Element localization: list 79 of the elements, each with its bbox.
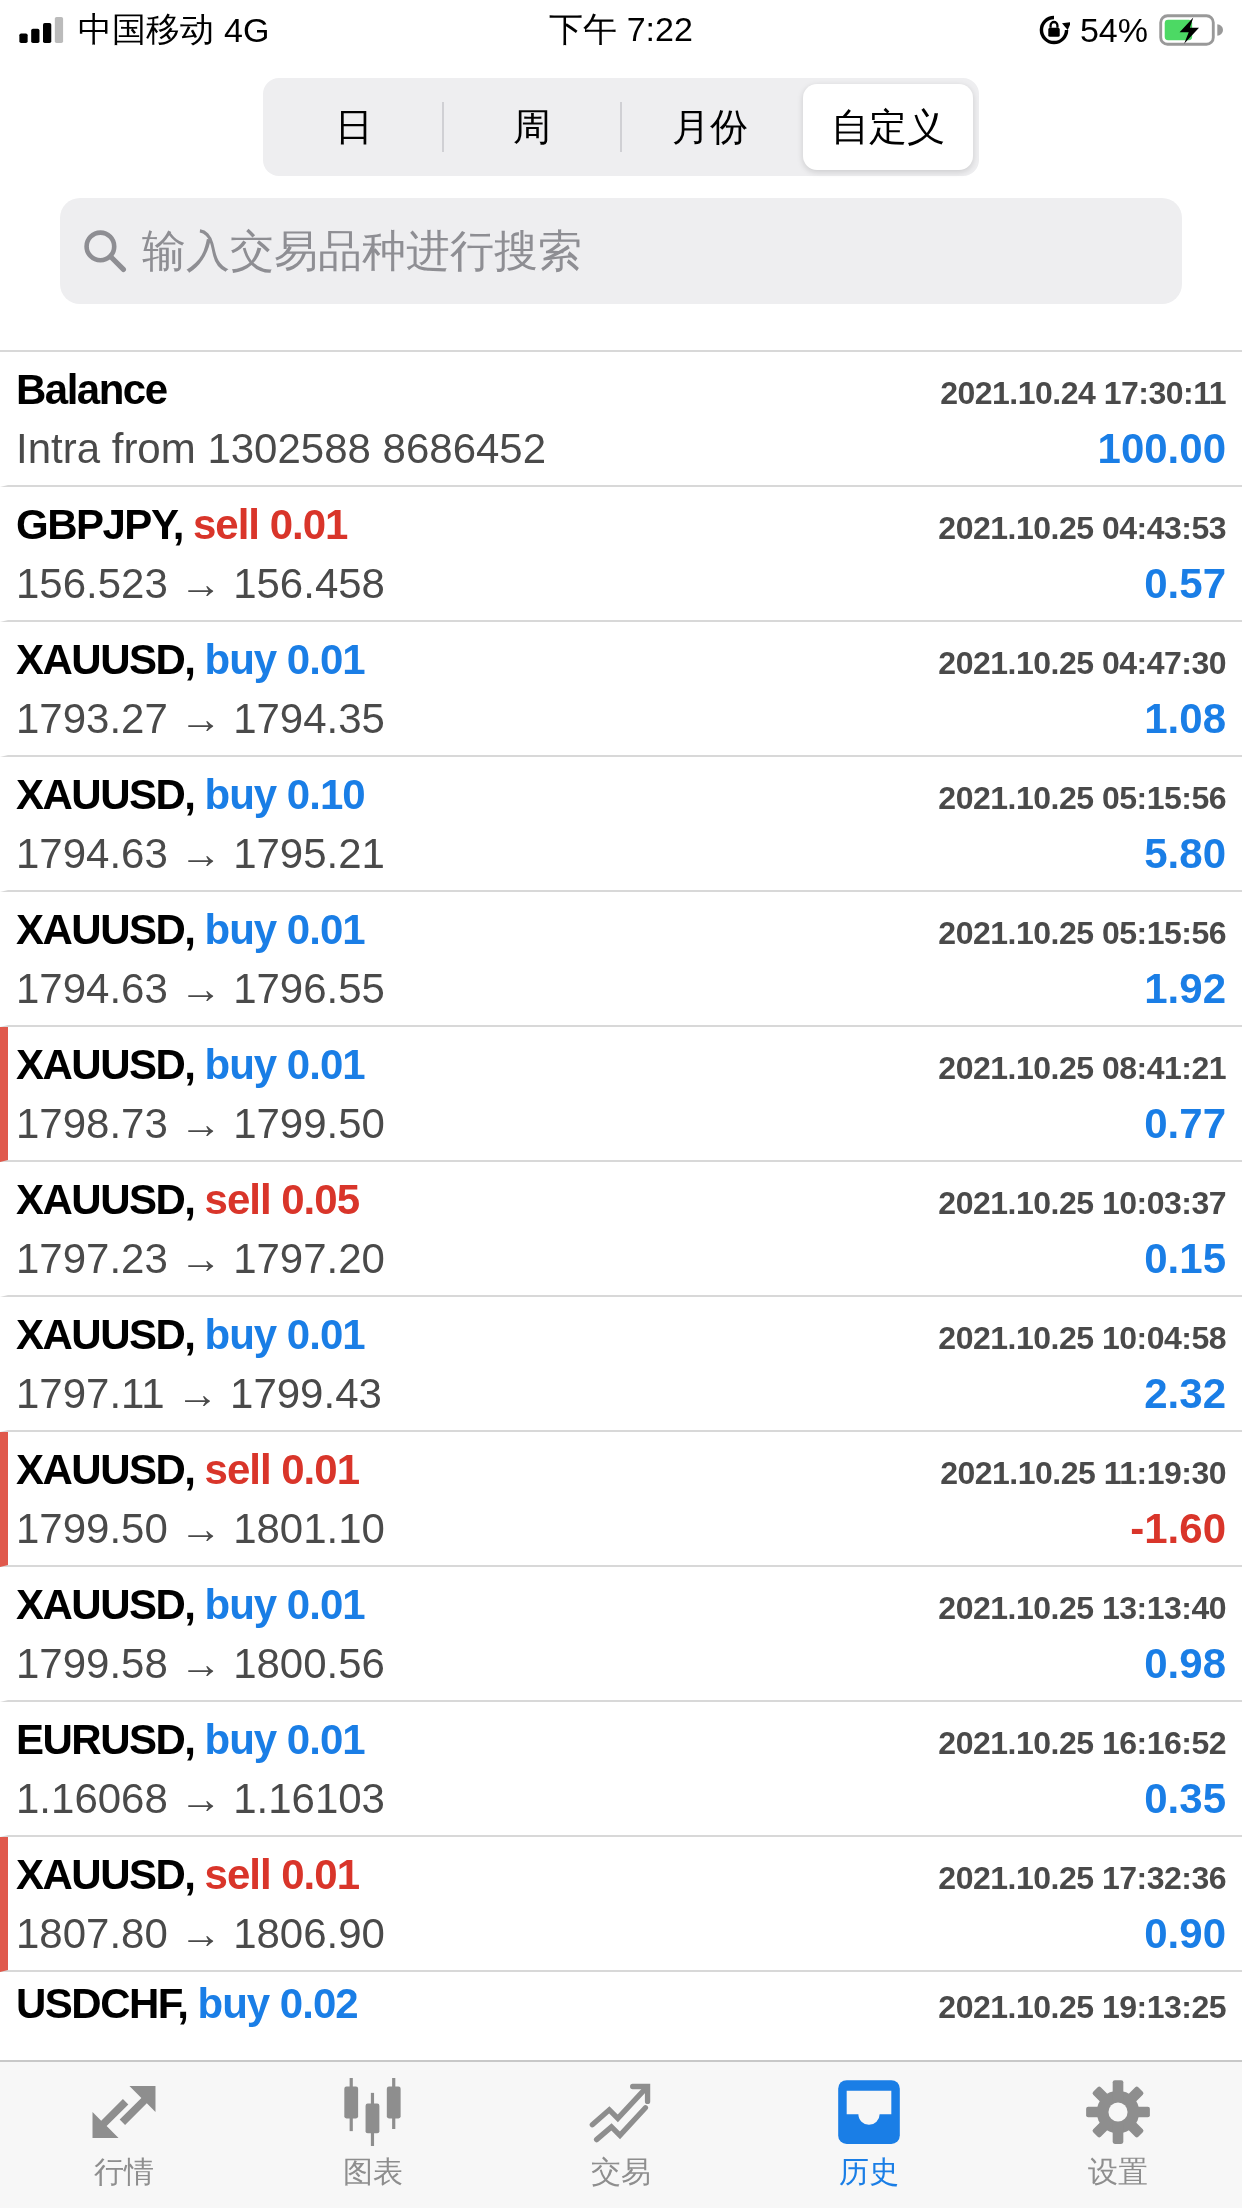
deal-time: 2021.10.25 16:16:52 <box>938 1724 1226 1762</box>
battery-icon <box>1158 14 1224 46</box>
deal-time: 2021.10.25 13:13:40 <box>938 1589 1226 1627</box>
balance-comment: Intra from 1302588 8686452 <box>16 425 547 474</box>
deal-order: buy 0.01 <box>204 1310 365 1359</box>
deal-prices: 1794.63 → 1796.55 <box>16 965 385 1014</box>
deal-symbol: XAUUSD, <box>16 1310 195 1359</box>
deal-time: 2021.10.25 19:13:25 <box>938 1989 1226 2026</box>
battery-percent: 54% <box>1079 10 1148 50</box>
deal-prices: 1807.80 → 1806.90 <box>16 1910 385 1959</box>
deal-time: 2021.10.25 04:43:53 <box>938 509 1226 547</box>
deal-prices: 1799.50 → 1801.10 <box>16 1505 385 1554</box>
deal-time: 2021.10.25 04:47:30 <box>938 644 1226 682</box>
tab-bar-item[interactable]: 设置 <box>993 2062 1242 2208</box>
deal-order: sell 0.01 <box>204 1850 359 1899</box>
deal-symbol: XAUUSD, <box>16 1445 195 1494</box>
deal-symbol: XAUUSD, <box>16 1040 195 1089</box>
network-type: 4G <box>224 10 270 50</box>
tab-bar-item[interactable]: 图表 <box>248 2062 497 2208</box>
deal-symbol: EURUSD, <box>16 1715 195 1764</box>
deal-prices: 1793.27 → 1794.35 <box>16 695 385 744</box>
deal-symbol: XAUUSD, <box>16 1175 195 1224</box>
period-tab[interactable]: 自定义 <box>803 84 973 170</box>
deal-prices: 1798.73 → 1799.50 <box>16 1100 385 1149</box>
deal-prices: 1.16068 → 1.16103 <box>16 1775 385 1824</box>
rotation-lock-icon <box>1037 14 1070 46</box>
deal-symbol: XAUUSD, <box>16 1850 195 1899</box>
deal-symbol: USDCHF, <box>16 1980 188 2028</box>
period-tab[interactable]: 日 <box>269 84 439 170</box>
deal-profit: 1.08 <box>1144 695 1226 744</box>
tab-bar-item[interactable]: 行情 <box>0 2062 249 2208</box>
deal-time: 2021.10.25 05:15:56 <box>938 779 1226 817</box>
deal-profit: -1.60 <box>1130 1505 1226 1554</box>
deal-time: 2021.10.25 17:32:36 <box>938 1859 1226 1897</box>
deal-time: 2021.10.24 17:30:11 <box>940 374 1226 412</box>
search-icon <box>82 228 128 274</box>
deal-time: 2021.10.25 08:41:21 <box>938 1049 1226 1087</box>
search-field[interactable]: 输入交易品种进行搜索 <box>60 198 1182 304</box>
deal-profit: 5.80 <box>1144 830 1226 879</box>
deal-time: 2021.10.25 11:19:30 <box>940 1454 1226 1492</box>
deal-order: buy 0.02 <box>197 1980 358 2028</box>
balance-amount: 100.00 <box>1097 425 1226 474</box>
tab-bar-item[interactable]: 交易 <box>496 2062 746 2208</box>
deal-profit: 0.15 <box>1144 1235 1226 1284</box>
tab-bar-item[interactable]: 历史 <box>745 2062 994 2208</box>
deal-time: 2021.10.25 10:04:58 <box>938 1319 1226 1357</box>
deal-time: 2021.10.25 10:03:37 <box>938 1184 1226 1222</box>
deal-order: buy 0.01 <box>204 1715 365 1764</box>
deal-order: buy 0.01 <box>204 1580 365 1629</box>
deal-order: sell 0.01 <box>204 1445 359 1494</box>
deal-prices: 1799.58 → 1800.56 <box>16 1640 385 1689</box>
deal-profit: 1.92 <box>1144 965 1226 1014</box>
deal-prices: 1794.63 → 1795.21 <box>16 830 385 879</box>
balance-title: Balance <box>16 365 167 414</box>
deal-profit: 2.32 <box>1144 1370 1226 1419</box>
deal-symbol: XAUUSD, <box>16 770 195 819</box>
deal-profit: 0.57 <box>1144 560 1226 609</box>
deal-profit: 0.35 <box>1144 1775 1226 1824</box>
deal-order: sell 0.05 <box>204 1175 359 1224</box>
deal-order: buy 0.01 <box>204 1040 365 1089</box>
deal-prices: 156.523 → 156.458 <box>16 560 385 609</box>
deal-symbol: GBPJPY, <box>16 500 183 549</box>
period-tab[interactable]: 月份 <box>625 84 795 170</box>
deal-prices: 1797.11 → 1799.43 <box>16 1370 382 1419</box>
clock: 下午 7:22 <box>549 9 693 50</box>
deal-time: 2021.10.25 05:15:56 <box>938 914 1226 952</box>
deal-symbol: XAUUSD, <box>16 635 195 684</box>
carrier-name: 中国移动 <box>78 9 214 50</box>
deal-order: buy 0.01 <box>204 635 365 684</box>
deal-order: buy 0.01 <box>204 905 365 954</box>
deal-order: sell 0.01 <box>192 500 348 549</box>
period-tab[interactable]: 周 <box>447 84 617 170</box>
deal-symbol: XAUUSD, <box>16 905 195 954</box>
deal-profit: 0.90 <box>1144 1910 1226 1959</box>
deal-profit: 0.98 <box>1144 1640 1226 1689</box>
deal-symbol: XAUUSD, <box>16 1580 195 1629</box>
deal-profit: 0.77 <box>1144 1100 1226 1149</box>
deal-prices: 1797.23 → 1797.20 <box>16 1235 385 1284</box>
deal-order: buy 0.10 <box>204 770 365 819</box>
